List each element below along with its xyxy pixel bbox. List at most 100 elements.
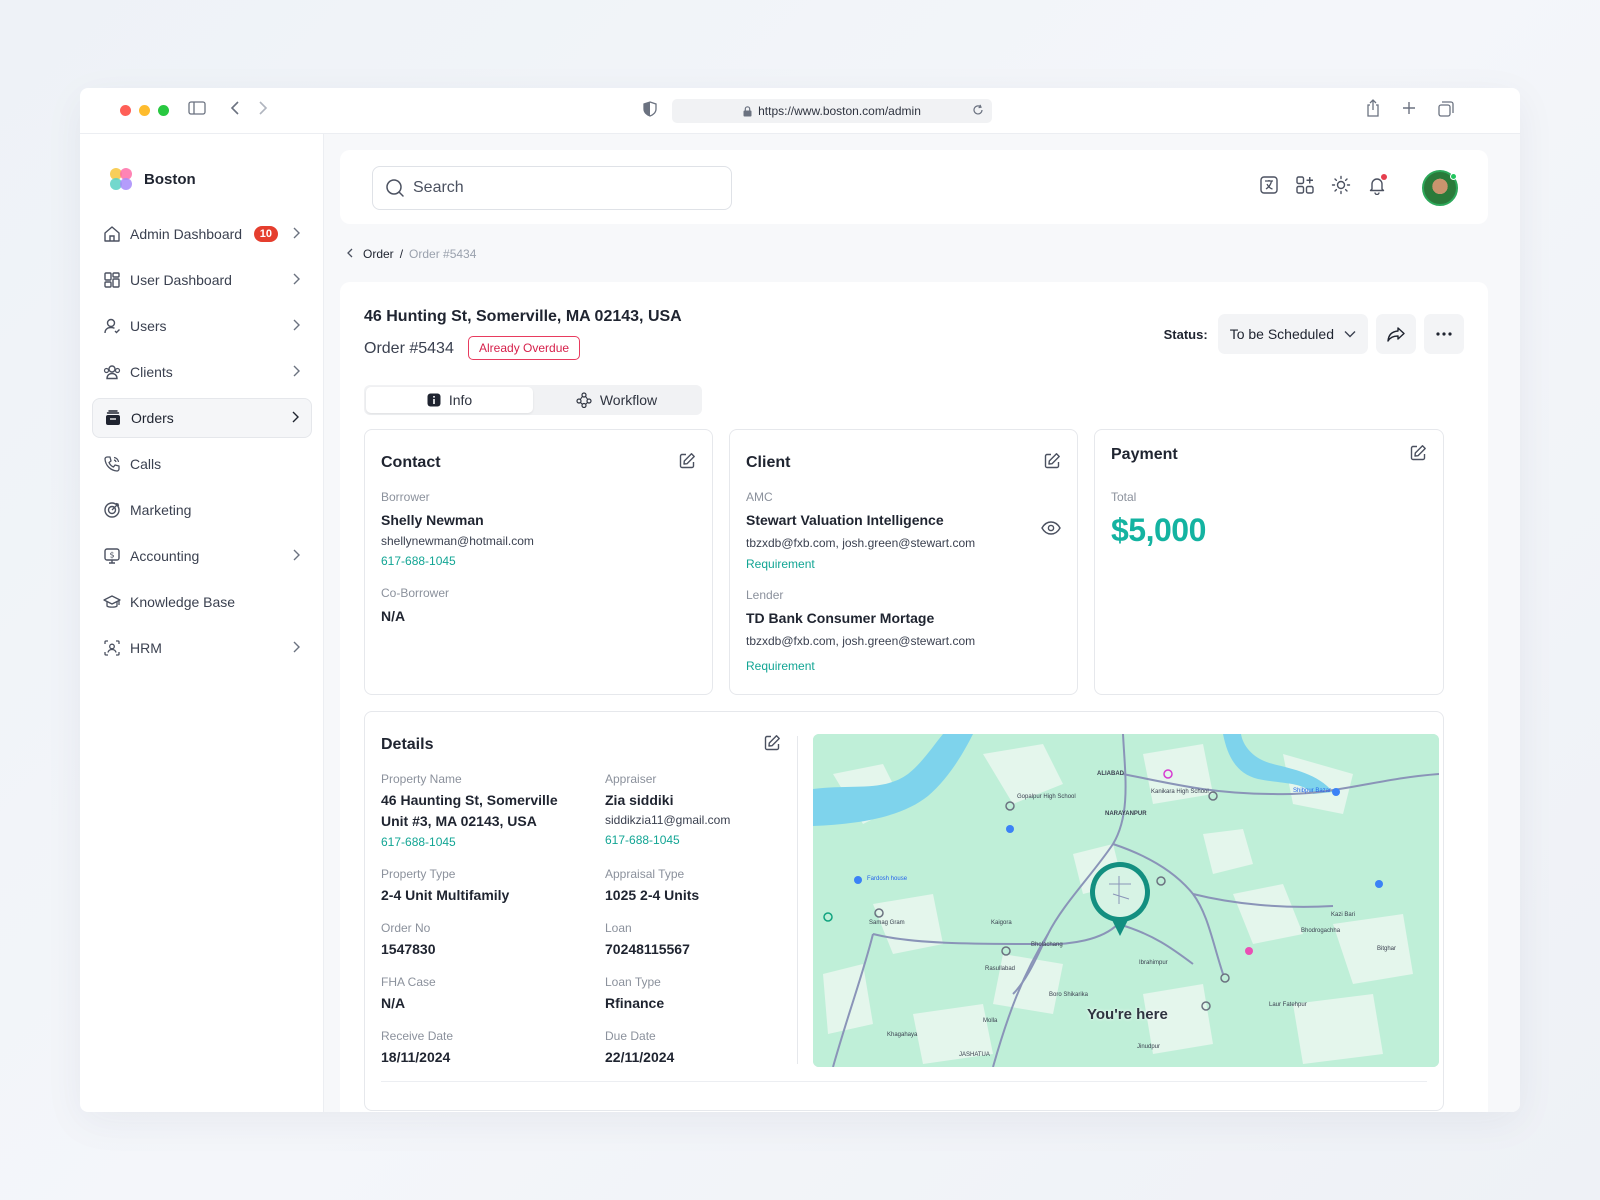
sidebar-item-label: User Dashboard [130,272,232,288]
hrm-icon [102,638,122,658]
minimize-window-button[interactable] [139,105,150,116]
graduation-cap-icon [102,592,122,612]
appraiser-email: siddikzia11@gmail.com [605,813,731,827]
sidebar-item-orders[interactable]: Orders [92,398,312,438]
fha-case-label: FHA Case [381,975,436,989]
loan-type-value: Rfinance [605,995,665,1011]
loan-type-label: Loan Type [605,975,661,989]
clients-icon [102,362,122,382]
more-options-button[interactable] [1424,314,1464,354]
map-place-label: Samag Gram [869,920,905,926]
translate-icon[interactable] [1258,174,1280,196]
status-dropdown[interactable]: To be Scheduled [1217,314,1368,354]
back-arrow-icon[interactable] [230,101,240,118]
total-label: Total [1111,490,1137,504]
edit-details-icon[interactable] [763,734,781,752]
receive-date-label: Receive Date [381,1029,454,1043]
reload-icon[interactable] [972,104,984,116]
amc-requirement-link[interactable]: Requirement [746,557,815,571]
borrower-phone-link[interactable]: 617-688-1045 [381,554,456,568]
target-icon [102,500,122,520]
map-place-label: Bholachang [1031,942,1063,948]
receive-date-value: 18/11/2024 [381,1049,451,1065]
edit-client-icon[interactable] [1043,452,1061,470]
search-input[interactable] [413,179,693,197]
search-box[interactable] [372,166,732,210]
edit-contact-icon[interactable] [678,452,696,470]
sidebar-item-clients[interactable]: Clients [92,352,312,392]
topbar [340,150,1488,224]
status-controls: Status: To be Scheduled [1164,314,1464,354]
chevron-down-icon [1344,331,1356,338]
user-icon [102,316,122,336]
property-map[interactable]: ALIABAD Gopalpur High School Kanikara Hi… [813,734,1439,1067]
topbar-actions [1258,174,1388,196]
edit-payment-icon[interactable] [1409,444,1427,462]
sidebar-item-hrm[interactable]: HRM [92,628,312,668]
sidebar-item-label: Clients [130,364,173,380]
map-place-label: Laur Fatehpur [1269,1002,1307,1008]
close-window-button[interactable] [120,105,131,116]
maximize-window-button[interactable] [158,105,169,116]
details-card: Details Property Name 46 Haunting St, So… [364,711,1444,1111]
share-icon[interactable] [1366,99,1380,120]
borrower-email: shellynewman@hotmail.com [381,534,534,548]
property-name-label: Property Name [381,772,462,786]
breadcrumb-order-link[interactable]: Order [363,247,394,261]
map-place-label: Khagahaya [887,1032,918,1038]
status-value: To be Scheduled [1229,326,1334,342]
map-place-label: JASHATUA [959,1052,990,1058]
user-avatar[interactable] [1422,170,1458,206]
notification-bell-icon[interactable] [1366,174,1388,196]
new-tab-plus-icon[interactable] [1402,101,1416,118]
tab-workflow[interactable]: Workflow [533,387,700,413]
tab-info[interactable]: Info [366,387,533,413]
sidebar-item-users[interactable]: Users [92,306,312,346]
property-type-label: Property Type [381,867,456,881]
sidebar-item-user-dashboard[interactable]: User Dashboard [92,260,312,300]
workflow-icon [576,392,592,408]
sidebar-item-label: Accounting [130,548,200,564]
total-amount: $5,000 [1111,512,1206,548]
forward-arrow-icon[interactable] [258,101,268,118]
map-place-label: ALIABAD [1097,771,1124,777]
browser-window: https://www.boston.com/admin Boston Admi… [80,88,1520,1112]
theme-sun-icon[interactable] [1330,174,1352,196]
sidebar-item-accounting[interactable]: $ Accounting [92,536,312,576]
details-divider [797,736,798,1064]
apps-grid-icon[interactable] [1294,174,1316,196]
sidebar-item-label: Calls [130,456,162,472]
map-place-label: Jinudpur [1137,1044,1161,1050]
phone-icon [102,454,122,474]
browser-chrome: https://www.boston.com/admin [80,88,1520,134]
chevron-left-icon[interactable] [346,247,353,261]
order-content: 46 Hunting St, Somerville, MA 02143, USA… [340,282,1488,1112]
property-name-line1: 46 Haunting St, Somerville [381,792,558,808]
client-card: Client AMC Stewart Valuation Intelligenc… [729,429,1078,695]
breadcrumb-current: Order #5434 [409,247,477,261]
privacy-shield-icon[interactable] [643,101,657,120]
payment-title: Payment [1111,446,1178,463]
sidebar-toggle-icon[interactable] [188,101,206,118]
map-place-label: NARAYANPUR [1105,811,1147,817]
tab-overview-icon[interactable] [1438,101,1454,120]
sidebar-item-admin-dashboard[interactable]: Admin Dashboard 10 [92,214,312,254]
eye-icon[interactable] [1041,521,1061,535]
breadcrumb: Order / Order #5434 [346,247,476,261]
payment-card: Payment Total $5,000 [1094,429,1444,695]
window-controls [120,105,169,116]
lender-requirement-link[interactable]: Requirement [746,659,815,673]
order-tabs: Info Workflow [364,385,702,415]
property-phone-link[interactable]: 617-688-1045 [381,835,456,849]
url-bar[interactable]: https://www.boston.com/admin [672,99,992,123]
sidebar-item-knowledge-base[interactable]: Knowledge Base [92,582,312,622]
search-icon [386,179,404,197]
due-date-value: 22/11/2024 [605,1049,675,1065]
sidebar-item-marketing[interactable]: Marketing [92,490,312,530]
appraiser-phone-link[interactable]: 617-688-1045 [605,833,680,847]
share-order-button[interactable] [1376,314,1416,354]
map-place-label: Shibpur Bazar [1293,788,1332,794]
brand[interactable]: Boston [108,166,196,192]
home-icon [102,224,122,244]
sidebar-item-calls[interactable]: Calls [92,444,312,484]
